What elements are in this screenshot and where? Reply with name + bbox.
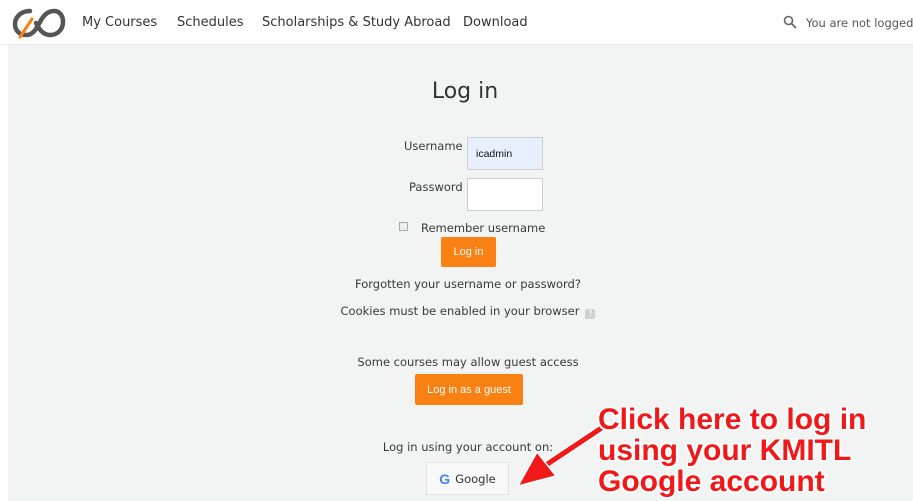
remember-username-label[interactable]: Remember username [421, 221, 545, 235]
nav-schedules[interactable]: Schedules [177, 15, 244, 30]
cookies-text: Cookies must be enabled in your browser [340, 304, 580, 318]
login-button[interactable]: Log in [441, 237, 496, 267]
annotation-callout: Click here to log in using your KMITL Go… [598, 404, 908, 497]
google-icon: G [439, 470, 451, 487]
login-status-text: You are not logged in [806, 16, 913, 30]
guest-access-text: Some courses may allow guest access [357, 355, 579, 369]
top-navbar: My Courses Schedules Scholarships & Stud… [0, 0, 913, 45]
google-login-button[interactable]: G Google [426, 462, 509, 495]
site-logo-icon[interactable] [12, 7, 66, 39]
remember-username-checkbox[interactable] [399, 222, 408, 231]
username-field[interactable]: icadmin [467, 137, 543, 170]
forgot-password-link[interactable]: Forgotten your username or password? [0, 277, 913, 291]
page-title: Log in [431, 79, 499, 104]
cookies-notice: Cookies must be enabled in your browser? [0, 304, 913, 319]
guest-login-button[interactable]: Log in as a guest [415, 374, 523, 405]
username-label: Username [404, 139, 463, 153]
search-icon[interactable] [783, 15, 797, 29]
nav-download[interactable]: Download [463, 15, 528, 30]
password-field[interactable] [467, 178, 543, 211]
password-label: Password [409, 180, 463, 194]
nav-my-courses[interactable]: My Courses [82, 15, 157, 30]
nav-scholarships[interactable]: Scholarships & Study Abroad [262, 15, 451, 30]
help-icon[interactable]: ? [585, 309, 596, 319]
annotation-line: Click here to log in [598, 403, 867, 436]
annotation-line: using your KMITL [598, 434, 852, 467]
google-button-label: Google [455, 471, 496, 486]
annotation-line: Google account [598, 465, 825, 498]
